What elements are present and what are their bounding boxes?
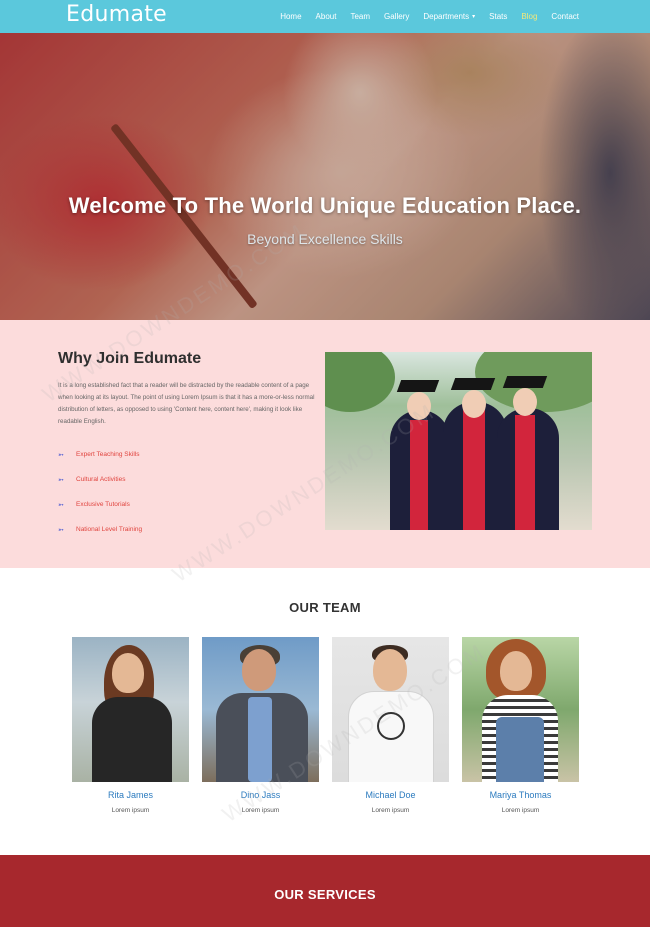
nav-item-label: Home bbox=[280, 12, 302, 21]
head-shape bbox=[112, 653, 144, 693]
head-shape bbox=[373, 649, 407, 691]
feature-item[interactable]: ➳ Expert Teaching Skills bbox=[58, 442, 142, 467]
nav-item-contact[interactable]: Contact bbox=[544, 0, 586, 33]
team-member-name[interactable]: Dino Jass bbox=[202, 790, 319, 800]
hero-subtitle: Beyond Excellence Skills bbox=[247, 231, 403, 247]
team-title: OUR TEAM bbox=[289, 600, 361, 615]
tree-shape bbox=[325, 352, 395, 412]
team-member-role: Lorem ipsum bbox=[371, 807, 410, 814]
feature-label: Cultural Activities bbox=[76, 476, 126, 483]
team-member-photo bbox=[72, 637, 189, 782]
feature-item[interactable]: ➳ Exclusive Tutorials bbox=[58, 492, 142, 517]
graduation-cap bbox=[450, 378, 496, 390]
overalls-shape bbox=[496, 717, 544, 782]
hero-overlay bbox=[0, 33, 650, 320]
team-member-name[interactable]: Rita James bbox=[72, 790, 189, 800]
team-member-role: Lorem ipsum bbox=[501, 807, 540, 814]
nav-item-label: Stats bbox=[489, 12, 508, 21]
team-member-role: Lorem ipsum bbox=[241, 807, 280, 814]
team-member-photo bbox=[202, 637, 319, 782]
section-text: It is a long established fact that a rea… bbox=[58, 382, 315, 425]
nav-item-blog[interactable]: Blog bbox=[514, 0, 544, 33]
shirt-shape bbox=[248, 697, 272, 782]
team-member-name[interactable]: Michael Doe bbox=[332, 790, 449, 800]
nav-item-label: About bbox=[315, 12, 337, 21]
feature-item[interactable]: ➳ National Level Training bbox=[58, 517, 142, 542]
nav-item-label: Blog bbox=[521, 12, 538, 21]
nav-menu: Home About Team Gallery Departments ▾ Sta… bbox=[273, 0, 586, 33]
team-member-role: Lorem ipsum bbox=[111, 807, 150, 814]
graduates-photo bbox=[325, 352, 592, 530]
student-face bbox=[462, 390, 486, 418]
nav-item-team[interactable]: Team bbox=[343, 0, 377, 33]
arrow-icon: ➳ bbox=[58, 451, 64, 459]
student-face bbox=[513, 388, 537, 416]
head-shape bbox=[500, 651, 532, 691]
graduation-cap bbox=[502, 376, 548, 388]
arrow-icon: ➳ bbox=[58, 526, 64, 534]
hero-banner: Welcome To The World Unique Education Pl… bbox=[0, 33, 650, 320]
team-member-card: Rita James Lorem ipsum bbox=[72, 637, 189, 814]
brand-logo[interactable]: Edumate bbox=[66, 2, 167, 27]
team-member-card: Mariya Thomas Lorem ipsum bbox=[462, 637, 579, 814]
student-face bbox=[407, 392, 431, 420]
nav-item-stats[interactable]: Stats bbox=[482, 0, 514, 33]
nav-item-home[interactable]: Home bbox=[273, 0, 308, 33]
student-stole bbox=[410, 420, 428, 530]
hero-title: Welcome To The World Unique Education Pl… bbox=[68, 193, 582, 218]
arrow-icon: ➳ bbox=[58, 501, 64, 509]
feature-label: National Level Training bbox=[76, 526, 143, 533]
navbar: Edumate Home About Team Gallery Departme… bbox=[0, 0, 650, 33]
graduation-cap bbox=[396, 380, 440, 392]
team-member-card: Michael Doe Lorem ipsum bbox=[332, 637, 449, 814]
feature-label: Exclusive Tutorials bbox=[76, 501, 130, 508]
nav-item-label: Departments bbox=[423, 12, 470, 21]
services-section: OUR SERVICES bbox=[0, 855, 650, 927]
services-title: OUR SERVICES bbox=[274, 887, 376, 902]
team-member-photo bbox=[332, 637, 449, 782]
team-member-card: Dino Jass Lorem ipsum bbox=[202, 637, 319, 814]
feature-list: ➳ Expert Teaching Skills ➳ Cultural Activi… bbox=[58, 442, 142, 542]
feature-label: Expert Teaching Skills bbox=[76, 451, 140, 458]
nav-item-about[interactable]: About bbox=[309, 0, 344, 33]
arrow-icon: ➳ bbox=[58, 476, 64, 484]
section-title: Why Join Edumate bbox=[58, 350, 202, 367]
chevron-down-icon: ▾ bbox=[472, 14, 476, 20]
student-stole bbox=[463, 410, 485, 530]
team-member-name[interactable]: Mariya Thomas bbox=[462, 790, 579, 800]
nav-item-departments[interactable]: Departments ▾ bbox=[416, 0, 482, 33]
student-stole bbox=[515, 415, 535, 530]
nav-item-label: Team bbox=[350, 12, 371, 21]
head-shape bbox=[242, 649, 276, 691]
body-shape bbox=[92, 697, 172, 782]
nav-item-label: Gallery bbox=[384, 12, 410, 21]
nav-item-label: Contact bbox=[551, 12, 579, 21]
tshirt-logo-shape bbox=[377, 712, 405, 740]
team-member-photo bbox=[462, 637, 579, 782]
feature-item[interactable]: ➳ Cultural Activities bbox=[58, 467, 142, 492]
why-join-section: Why Join Edumate It is a long establishe… bbox=[0, 320, 650, 568]
nav-item-gallery[interactable]: Gallery bbox=[377, 0, 416, 33]
